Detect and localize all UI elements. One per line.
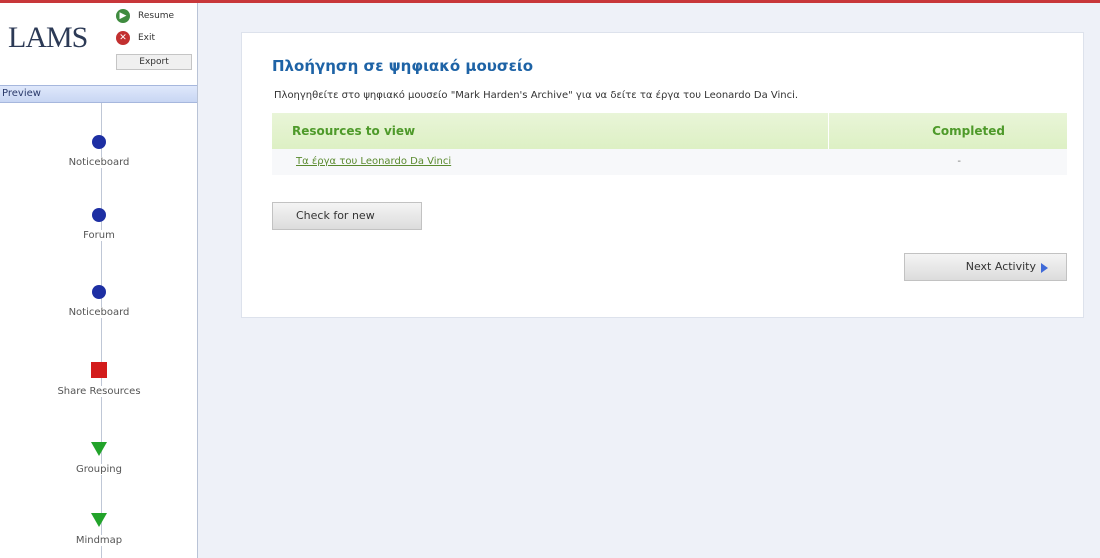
resource-link[interactable]: Τα έργα του Leonardo Da Vinci [272, 149, 829, 175]
exit-icon: ✕ [116, 31, 130, 45]
activity-label: Forum [81, 230, 117, 241]
completed-status: - [957, 156, 961, 167]
table-header-row: Resources to view Completed [272, 113, 1067, 149]
column-header-resources: Resources to view [272, 113, 829, 149]
resume-icon: ▶ [116, 9, 130, 23]
sequence-item-noticeboard-1[interactable]: Noticeboard [0, 135, 198, 169]
resume-button[interactable]: ▶ Resume [116, 9, 174, 23]
next-activity-button[interactable]: Next Activity [904, 253, 1067, 281]
sidebar: LAMS ▶ Resume ✕ Exit Export Preview Noti… [0, 3, 198, 558]
page-description: Πλοηγηθείτε στο ψηφιακό μουσείο "Mark Ha… [274, 90, 799, 101]
sequence-line [101, 103, 102, 558]
exit-label: Exit [138, 33, 156, 43]
sequence-item-mindmap[interactable]: Mindmap [0, 513, 198, 547]
export-button[interactable]: Export [116, 54, 192, 70]
triangle-icon [91, 513, 107, 527]
circle-icon [92, 285, 106, 299]
lams-logo: LAMS [8, 21, 88, 54]
activity-label: Noticeboard [66, 157, 132, 168]
exit-button[interactable]: ✕ Exit [116, 31, 155, 45]
next-activity-label: Next Activity [965, 260, 1036, 273]
sequence-item-forum[interactable]: Forum [0, 208, 198, 242]
sequence-item-noticeboard-2[interactable]: Noticeboard [0, 285, 198, 319]
page-title: Πλοήγηση σε ψηφιακό μουσείο [272, 57, 534, 75]
activity-panel: Πλοήγηση σε ψηφιακό μουσείο Πλοηγηθείτε … [241, 32, 1084, 318]
preview-bar: Preview [0, 85, 197, 103]
resume-label: Resume [138, 11, 175, 21]
sequence-item-grouping[interactable]: Grouping [0, 442, 198, 476]
activity-label: Grouping [74, 464, 124, 475]
table-row: Τα έργα του Leonardo Da Vinci - [272, 149, 1067, 175]
square-icon [91, 362, 107, 378]
activity-label: Mindmap [73, 535, 125, 546]
activity-label: Noticeboard [66, 307, 132, 318]
sequence-item-share-resources[interactable]: Share Resources [0, 362, 198, 398]
triangle-icon [91, 442, 107, 456]
check-for-new-button[interactable]: Check for new [272, 202, 422, 230]
activity-label: Share Resources [55, 386, 143, 397]
circle-icon [92, 135, 106, 149]
circle-icon [92, 208, 106, 222]
column-header-completed: Completed [932, 124, 1005, 138]
resources-table: Resources to view Completed Τα έργα του … [272, 113, 1067, 175]
play-icon [1041, 263, 1048, 273]
